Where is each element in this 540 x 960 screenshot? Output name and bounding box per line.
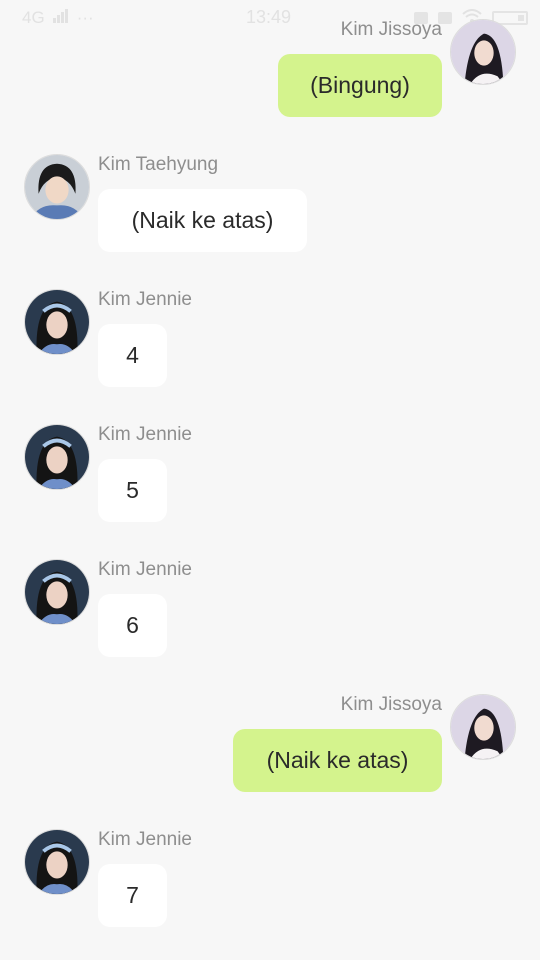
message-bubble[interactable]: 6: [98, 594, 167, 657]
message-bubble[interactable]: (Naik ke atas): [98, 189, 307, 252]
message-bubble[interactable]: 4: [98, 324, 167, 387]
status-time: 13:49: [246, 7, 292, 27]
message-bubble[interactable]: 7: [98, 864, 167, 927]
avatar-jissoya[interactable]: [450, 19, 516, 85]
sender-name: Kim Jennie: [98, 289, 192, 310]
avatar-jissoya[interactable]: [450, 694, 516, 760]
message-bubble[interactable]: (Bingung): [278, 54, 442, 117]
signal-bars-icon: [52, 8, 69, 28]
message-bubble[interactable]: 5: [98, 459, 167, 522]
network-label: 4G: [22, 8, 45, 27]
avatar-jennie[interactable]: [24, 424, 90, 490]
avatar-taehyung[interactable]: [24, 154, 90, 220]
message-bubble[interactable]: (Naik ke atas): [233, 729, 442, 792]
sender-name: Kim Jissoya: [340, 694, 442, 715]
sender-name: Kim Taehyung: [98, 154, 219, 175]
chat-area[interactable]: Kim Jissoya (Bingung) Kim Taehyung (Naik…: [0, 0, 540, 960]
sender-name: Kim Jissoya: [340, 19, 442, 40]
status-left: 4G ···: [22, 8, 94, 28]
avatar-jennie[interactable]: [24, 289, 90, 355]
avatar-jennie[interactable]: [24, 559, 90, 625]
sender-name: Kim Jennie: [98, 559, 192, 580]
sender-name: Kim Jennie: [98, 424, 192, 445]
status-dots: ···: [76, 8, 94, 27]
sender-name: Kim Jennie: [98, 829, 192, 850]
avatar-jennie[interactable]: [24, 829, 90, 895]
